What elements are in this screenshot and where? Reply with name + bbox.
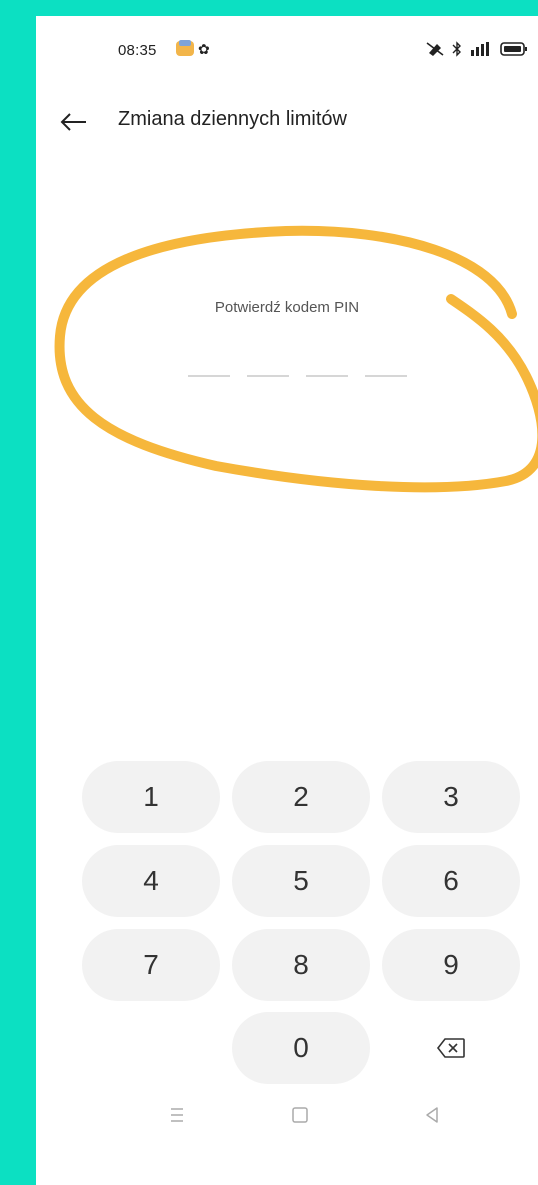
key-3[interactable]: 3	[382, 761, 520, 833]
pin-slot	[188, 375, 230, 377]
highlight-circle-annotation	[54, 225, 538, 493]
signal-icon	[471, 42, 489, 56]
phone-screen: 08:35 ✿ Zmiana dziennych limitów Potwier…	[36, 16, 538, 1185]
key-8[interactable]: 8	[232, 929, 370, 1001]
bluetooth-icon	[452, 41, 461, 57]
pin-slot	[247, 375, 289, 377]
page-title: Zmiana dziennych limitów	[118, 108, 347, 130]
pin-label: Potwierdź kodem PIN	[214, 299, 360, 316]
key-2[interactable]: 2	[232, 761, 370, 833]
menu-icon[interactable]	[162, 1100, 192, 1130]
battery-icon	[500, 42, 527, 56]
app-notification-icon	[176, 40, 194, 56]
arrow-left-icon[interactable]	[58, 108, 90, 136]
key-9[interactable]: 9	[382, 929, 520, 1001]
key-0[interactable]: 0	[232, 1012, 370, 1084]
key-6[interactable]: 6	[382, 845, 520, 917]
pin-input[interactable]	[188, 375, 407, 377]
settings-icon: ✿	[198, 41, 210, 57]
key-7[interactable]: 7	[82, 929, 220, 1001]
pin-slot	[365, 375, 407, 377]
delete-button[interactable]	[382, 1012, 520, 1084]
pin-slot	[306, 375, 348, 377]
status-icons	[425, 38, 528, 60]
key-5[interactable]: 5	[232, 845, 370, 917]
key-4[interactable]: 4	[82, 845, 220, 917]
back-triangle-icon[interactable]	[417, 1100, 447, 1130]
backspace-icon	[436, 1038, 465, 1058]
home-icon[interactable]	[285, 1100, 315, 1130]
key-1[interactable]: 1	[82, 761, 220, 833]
vibrate-icon	[426, 42, 444, 56]
status-time: 08:35	[118, 42, 157, 59]
